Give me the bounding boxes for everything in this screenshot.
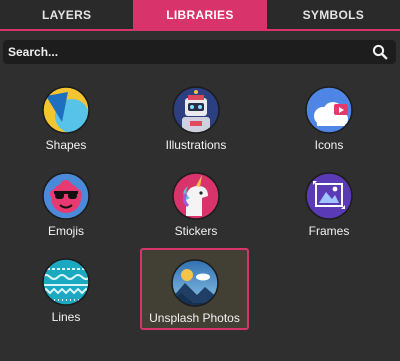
- library-label: Unsplash Photos: [149, 311, 240, 325]
- library-frames[interactable]: Frames: [275, 170, 383, 256]
- library-label: Icons: [314, 138, 344, 152]
- library-illustrations[interactable]: Illustrations: [142, 84, 250, 170]
- library-label: Shapes: [45, 138, 87, 152]
- unicorn-sticker-icon: [172, 172, 220, 220]
- lines-pattern-icon: [42, 258, 90, 306]
- icons-cloud-icon: [305, 86, 353, 134]
- search-bar: [3, 40, 396, 64]
- library-label: Frames: [308, 224, 350, 238]
- shapes-icon: [42, 86, 90, 134]
- mountain-photo-icon: [170, 259, 219, 307]
- tab-symbols[interactable]: SYMBOLS: [267, 0, 400, 29]
- library-label: Emojis: [47, 224, 84, 238]
- search-input[interactable]: [3, 40, 370, 64]
- library-lines[interactable]: Lines: [12, 256, 120, 342]
- sunglasses-emoji-icon: [42, 172, 90, 220]
- frame-picture-icon: [305, 172, 353, 220]
- library-label: Lines: [51, 310, 81, 324]
- library-icons[interactable]: Icons: [275, 84, 383, 170]
- library-stickers[interactable]: Stickers: [142, 170, 250, 256]
- library-unsplash-photos[interactable]: Unsplash Photos: [140, 248, 249, 330]
- library-label: Illustrations: [165, 138, 227, 152]
- search-icon[interactable]: [370, 42, 390, 62]
- library-label: Stickers: [174, 224, 218, 238]
- library-shapes[interactable]: Shapes: [12, 84, 120, 170]
- library-emojis[interactable]: Emojis: [12, 170, 120, 256]
- tab-layers[interactable]: LAYERS: [0, 0, 133, 29]
- robot-illustration-icon: [172, 86, 220, 134]
- tab-libraries[interactable]: LIBRARIES: [133, 0, 267, 29]
- panel-tabs: LAYERS LIBRARIES SYMBOLS: [0, 0, 400, 31]
